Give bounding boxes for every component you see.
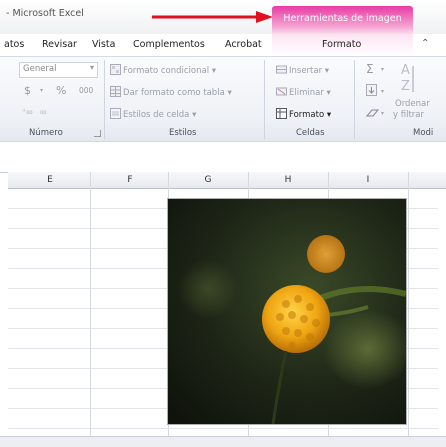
- group-label-celdas: Celdas: [296, 128, 325, 138]
- tab-acrobat[interactable]: Acrobat: [225, 39, 262, 50]
- autosum-icon[interactable]: Σ: [366, 62, 374, 76]
- conditional-format-label: Formato condicional: [123, 66, 210, 76]
- decrease-decimal-icon[interactable]: ₀₀: [40, 107, 46, 116]
- tab-datos[interactable]: atos: [4, 39, 24, 50]
- autosum-dropdown-icon[interactable]: ▾: [381, 66, 384, 73]
- delete-button[interactable]: Eliminar ▾: [276, 86, 331, 98]
- column-header-e[interactable]: E: [10, 175, 90, 185]
- clear-dropdown-icon[interactable]: ▾: [381, 110, 384, 117]
- currency-button[interactable]: $: [24, 84, 31, 97]
- flower-photo-image: [168, 199, 406, 424]
- thousands-button[interactable]: 000: [79, 86, 93, 95]
- cell-styles-icon: [110, 108, 121, 119]
- group-separator: [264, 60, 265, 139]
- tab-vista[interactable]: Vista: [92, 39, 115, 50]
- column-header-f[interactable]: F: [90, 175, 170, 185]
- sort-filter-icon[interactable]: A Z: [399, 60, 419, 96]
- grid-column-line: [90, 172, 91, 436]
- conditional-format-button[interactable]: Formato condicional ▾: [110, 64, 216, 76]
- column-header-g[interactable]: G: [168, 175, 248, 185]
- format-label: Formato: [289, 110, 325, 120]
- currency-dropdown-icon[interactable]: ▾: [40, 87, 43, 94]
- format-as-table-button[interactable]: Dar formato como tabla ▾: [110, 86, 232, 98]
- tab-complementos[interactable]: Complementos: [133, 39, 205, 50]
- number-format-value: General: [23, 64, 57, 74]
- svg-text:A: A: [401, 63, 410, 78]
- ribbon-collapse-icon[interactable]: ⌃: [421, 38, 429, 49]
- red-arrow-annotation: [152, 11, 273, 23]
- group-separator: [104, 60, 105, 139]
- insert-cells-icon: [276, 65, 287, 74]
- group-label-numero: Número: [29, 128, 63, 138]
- delete-label: Eliminar: [289, 88, 324, 98]
- grid-column-line: [408, 172, 409, 436]
- window-title: - Microsoft Excel: [6, 8, 84, 19]
- sort-label-1: Ordenar: [395, 99, 430, 109]
- contextual-tab-label: Herramientas de imagen: [283, 13, 402, 24]
- conditional-format-icon: [110, 64, 121, 75]
- chevron-down-icon: ▾: [89, 63, 94, 72]
- inserted-picture-flower[interactable]: [167, 198, 407, 425]
- format-button[interactable]: Formato ▾: [276, 108, 331, 120]
- number-format-dropdown[interactable]: General ▾: [19, 62, 98, 78]
- group-label-modificar: Modi: [413, 128, 434, 138]
- insert-label: Insertar: [289, 66, 323, 76]
- sort-label-2: y filtrar: [393, 110, 424, 120]
- format-cells-icon: [276, 108, 287, 119]
- tab-formato[interactable]: Formato: [322, 39, 361, 50]
- grid-row-line: [8, 428, 438, 429]
- column-header-i[interactable]: I: [328, 175, 408, 185]
- cell-styles-button[interactable]: Estilos de celda ▾: [110, 108, 196, 120]
- eraser-icon[interactable]: [366, 108, 380, 118]
- group-label-estilos: Estilos: [169, 128, 197, 138]
- tab-revisar[interactable]: Revisar: [42, 39, 77, 50]
- sheet-bottom-bar: [0, 436, 446, 447]
- delete-cells-icon: [276, 87, 287, 96]
- increase-decimal-icon[interactable]: ⁺₀₀: [22, 107, 33, 116]
- format-table-icon: [110, 86, 121, 97]
- svg-text:Z: Z: [401, 79, 410, 94]
- group-separator: [354, 60, 355, 139]
- numero-dialog-launcher-icon[interactable]: [94, 130, 101, 137]
- insert-button[interactable]: Insertar ▾: [276, 64, 329, 76]
- cell-styles-label: Estilos de celda: [123, 110, 190, 120]
- formula-bar[interactable]: [0, 141, 446, 173]
- fill-dropdown-icon[interactable]: ▾: [381, 88, 384, 95]
- contextual-tab-header[interactable]: Herramientas de imagen: [272, 6, 413, 35]
- column-header-h[interactable]: H: [248, 175, 328, 185]
- percent-button[interactable]: %: [56, 84, 66, 97]
- format-as-table-label: Dar formato como tabla: [123, 88, 225, 98]
- fill-icon[interactable]: [366, 84, 377, 96]
